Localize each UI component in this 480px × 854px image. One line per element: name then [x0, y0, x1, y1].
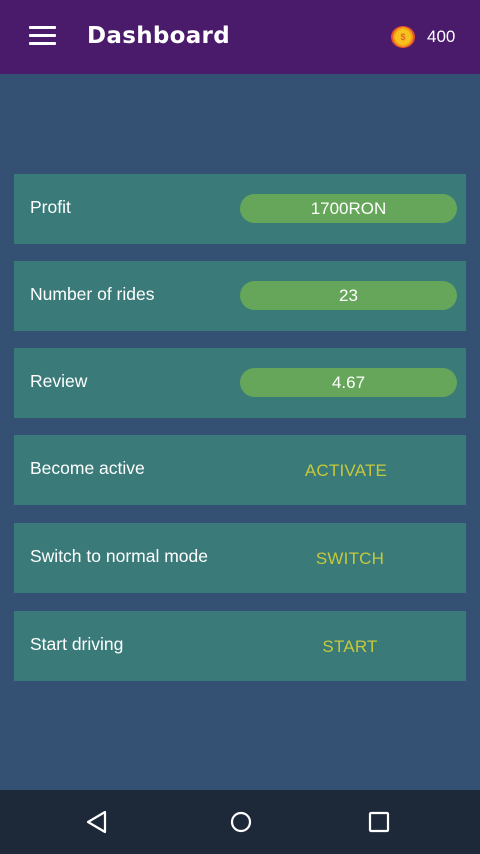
page-title: Dashboard [87, 23, 230, 49]
menu-line [29, 34, 56, 37]
home-circle-icon[interactable] [229, 810, 253, 834]
activate-label: Become active [30, 458, 145, 478]
start-driving-button[interactable]: START [244, 633, 456, 661]
hamburger-menu-icon[interactable] [29, 26, 57, 46]
coin-icon: $ [391, 26, 415, 48]
switch-label: Switch to normal mode [30, 546, 208, 566]
recents-square-icon[interactable] [367, 810, 391, 834]
recents-square-svg [368, 811, 390, 833]
system-navigation-bar [0, 790, 480, 854]
menu-line [29, 26, 56, 29]
start-label: Start driving [30, 634, 124, 654]
home-circle-svg [230, 811, 252, 833]
profit-card: Profit 1700RON [14, 174, 466, 244]
rides-label: Number of rides [30, 284, 155, 304]
switch-button[interactable]: SWITCH [244, 545, 456, 573]
activate-card: Become active ACTIVATE [14, 435, 466, 505]
switch-card: Switch to normal mode SWITCH [14, 523, 466, 593]
rides-card: Number of rides 23 [14, 261, 466, 331]
menu-line [29, 42, 56, 45]
activate-button[interactable]: ACTIVATE [240, 457, 452, 485]
back-triangle-svg [86, 810, 107, 834]
review-label: Review [30, 371, 88, 391]
coin-symbol: $ [400, 32, 406, 42]
rides-value: 23 [240, 281, 457, 310]
profit-value: 1700RON [240, 194, 457, 223]
review-card: Review 4.67 [14, 348, 466, 418]
review-value: 4.67 [240, 368, 457, 397]
start-card: Start driving START [14, 611, 466, 681]
app-bar: Dashboard $ 400 [0, 0, 480, 74]
coin-count: 400 [427, 27, 456, 46]
back-triangle-icon[interactable] [85, 810, 109, 834]
profit-label: Profit [30, 197, 71, 217]
